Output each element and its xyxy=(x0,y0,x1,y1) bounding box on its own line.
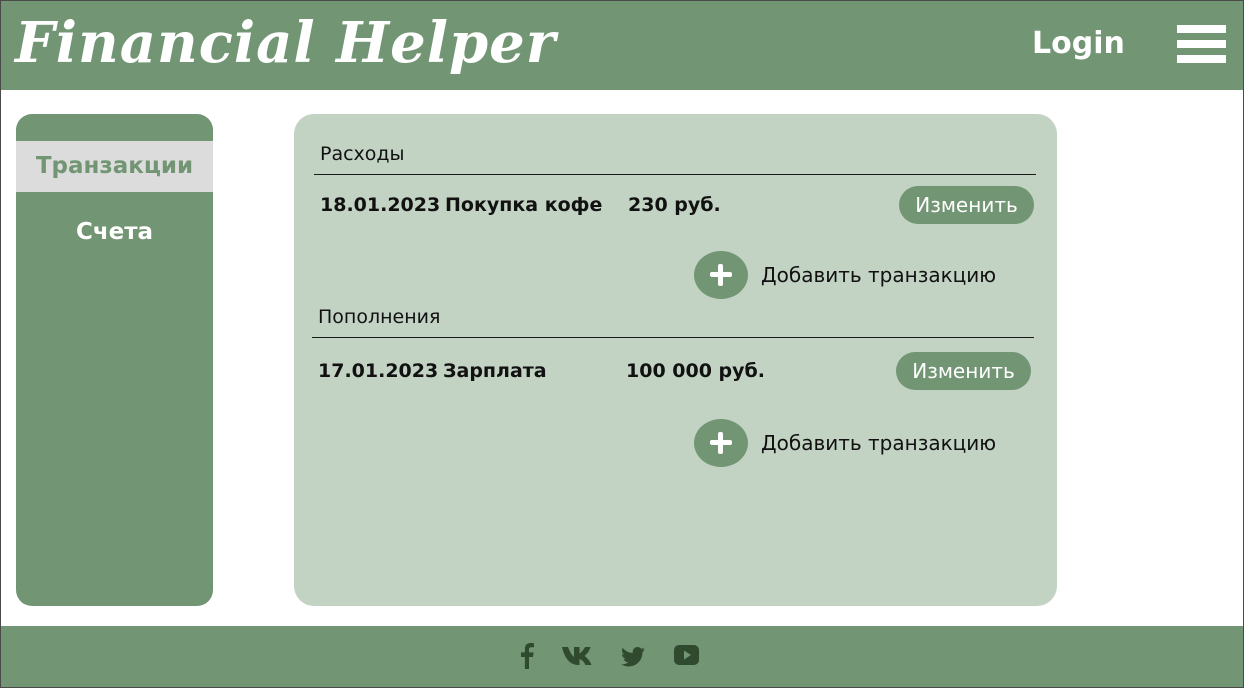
add-transaction-label: Добавить транзакцию xyxy=(761,431,997,455)
menu-bar xyxy=(1177,55,1226,63)
transaction-date: 18.01.2023 xyxy=(320,194,441,216)
plus-icon[interactable] xyxy=(694,419,748,467)
brand-logo: Financial Helper xyxy=(15,10,557,76)
twitter-icon[interactable] xyxy=(621,647,645,675)
vk-icon[interactable] xyxy=(562,646,594,674)
sidebar: Транзакции Счета xyxy=(16,114,213,606)
section-divider xyxy=(314,174,1036,175)
transaction-name: Покупка кофе xyxy=(445,194,603,216)
sidebar-item-accounts[interactable]: Счета xyxy=(16,207,213,258)
section-divider xyxy=(312,337,1034,338)
transaction-amount: 100 000 руб. xyxy=(626,360,766,382)
add-income-transaction[interactable]: Добавить транзакцию xyxy=(694,419,1014,467)
hamburger-menu-icon[interactable] xyxy=(1177,25,1226,63)
youtube-icon[interactable] xyxy=(674,645,699,673)
income-section-title: Пополнения xyxy=(318,306,441,328)
footer xyxy=(1,626,1243,687)
menu-bar xyxy=(1177,25,1226,33)
top-header: Financial Helper Login xyxy=(1,1,1243,90)
sidebar-item-transactions[interactable]: Транзакции xyxy=(16,141,213,192)
facebook-icon[interactable] xyxy=(520,643,534,671)
edit-transaction-button[interactable]: Изменить xyxy=(899,186,1034,224)
add-transaction-label: Добавить транзакцию xyxy=(761,263,997,287)
transaction-name: Зарплата xyxy=(443,360,547,382)
expenses-section-title: Расходы xyxy=(320,143,405,165)
menu-bar xyxy=(1177,40,1226,48)
transactions-panel: Расходы 18.01.2023 Покупка кофе 230 руб.… xyxy=(294,114,1057,606)
transaction-date: 17.01.2023 xyxy=(318,360,439,382)
plus-icon[interactable] xyxy=(694,251,748,299)
app-window: Financial Helper Login Транзакции Счета … xyxy=(0,0,1244,688)
login-link[interactable]: Login xyxy=(1032,25,1125,63)
add-expense-transaction[interactable]: Добавить транзакцию xyxy=(694,251,1014,299)
edit-transaction-button[interactable]: Изменить xyxy=(896,352,1031,390)
transaction-amount: 230 руб. xyxy=(628,194,721,216)
